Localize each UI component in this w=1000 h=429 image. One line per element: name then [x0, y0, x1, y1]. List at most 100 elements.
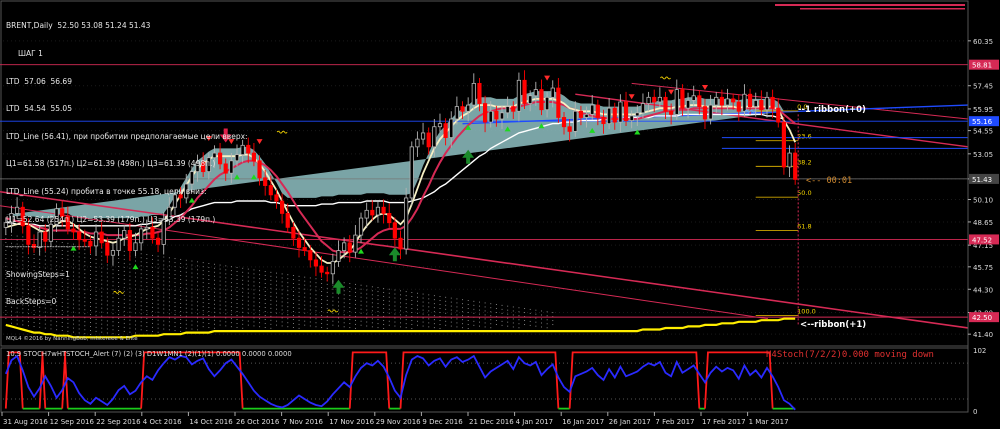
- fan-dot: [366, 313, 368, 315]
- fan-dot: [394, 325, 396, 327]
- fan-dot: [78, 332, 80, 334]
- fan-dot: [371, 302, 373, 304]
- fan-dot: [417, 300, 418, 302]
- fan-dot: [321, 327, 323, 329]
- fan-dot: [298, 319, 300, 321]
- candle-body: [640, 103, 646, 114]
- fan-dot: [247, 300, 249, 302]
- fan-dot: [101, 327, 103, 329]
- candle-body: [742, 93, 747, 112]
- fan-dot: [73, 315, 74, 317]
- fan-dot: [535, 313, 537, 315]
- fan-dot: [546, 323, 548, 325]
- fan-dot: [450, 301, 452, 303]
- fan-dot: [247, 276, 249, 278]
- fan-dot: [512, 322, 514, 324]
- fan-dot: [270, 295, 272, 297]
- fan-dot: [411, 308, 413, 309]
- fan-dot: [529, 312, 531, 314]
- fan-dot: [219, 320, 221, 322]
- candle-body: [499, 112, 505, 120]
- fan-dot: [276, 284, 277, 286]
- fan-dot: [292, 303, 294, 304]
- fan-dot: [197, 329, 199, 331]
- fan-dot: [264, 283, 266, 284]
- fan-dot: [309, 277, 311, 279]
- fan-dot: [338, 301, 339, 303]
- fan-dot: [332, 320, 334, 322]
- candle-body: [251, 152, 256, 162]
- fan-dot: [298, 303, 300, 305]
- fan-dot: [315, 290, 317, 292]
- fan-dot: [400, 318, 401, 320]
- fan-dot: [292, 327, 294, 328]
- fan-dot: [417, 312, 418, 314]
- fan-dot: [292, 275, 294, 276]
- candle-body: [291, 226, 296, 239]
- fan-dot: [112, 321, 114, 323]
- fan-dot: [473, 320, 475, 322]
- fan-dot: [146, 318, 148, 320]
- fan-dot: [22, 320, 24, 322]
- time-tick-label-7: 17 Nov 2016: [329, 418, 374, 426]
- fan-dot: [163, 324, 165, 326]
- fan-dot: [304, 312, 306, 314]
- fan-dot: [281, 305, 283, 307]
- fan-dot: [456, 322, 458, 324]
- fan-dot: [462, 315, 464, 317]
- candle-body: [652, 96, 657, 103]
- fan-dot: [270, 327, 272, 329]
- fan-dot: [129, 327, 131, 329]
- fan-dot: [473, 312, 475, 314]
- fan-dot: [202, 322, 204, 324]
- fan-dot: [343, 314, 345, 316]
- fan-dot: [321, 291, 323, 293]
- fib-label-4: 61.8: [797, 222, 811, 230]
- fan-dot: [298, 323, 300, 325]
- fan-dot: [292, 307, 294, 308]
- fan-dot: [44, 315, 46, 317]
- fan-dot: [495, 312, 497, 313]
- fan-dot: [411, 304, 413, 305]
- fan-dot: [298, 287, 300, 289]
- fan-dot: [39, 326, 41, 328]
- fan-dot: [67, 330, 69, 332]
- candle-body: [454, 106, 459, 120]
- fan-dot: [394, 313, 396, 315]
- price-tick-label-7: 48.65: [973, 219, 993, 227]
- candle-body: [550, 87, 555, 98]
- fan-dot: [479, 325, 480, 327]
- fan-dot: [309, 325, 311, 327]
- fan-dot: [400, 298, 401, 300]
- fan-dot: [433, 315, 435, 317]
- fan-dot: [383, 319, 385, 321]
- fan-dot: [253, 321, 255, 323]
- fan-dot: [321, 283, 323, 285]
- fan-dot: [433, 311, 435, 313]
- fan-dot: [490, 307, 492, 309]
- fan-dot: [276, 312, 277, 314]
- fan-dot: [292, 311, 294, 312]
- fan-dot: [259, 322, 261, 324]
- fan-dot: [321, 299, 323, 301]
- fan-dot: [512, 318, 514, 320]
- fan-dot: [276, 276, 277, 278]
- fan-dot: [287, 310, 289, 312]
- fan-dot: [152, 318, 153, 320]
- fan-dot: [366, 301, 368, 303]
- fan-dot: [157, 319, 159, 321]
- fan-dot: [123, 326, 125, 328]
- fan-dot: [259, 318, 261, 320]
- fan-dot: [202, 326, 204, 328]
- fan-dot: [479, 305, 480, 307]
- fan-dot: [360, 324, 362, 326]
- fan-dot: [56, 325, 58, 327]
- fan-dot: [467, 308, 469, 309]
- fan-dot: [400, 314, 401, 316]
- fan-dot: [450, 313, 452, 315]
- fan-dot: [354, 299, 356, 301]
- candle-body: [302, 247, 307, 251]
- fan-dot: [338, 321, 339, 323]
- fan-dot: [230, 326, 232, 328]
- fan-dot: [338, 309, 339, 311]
